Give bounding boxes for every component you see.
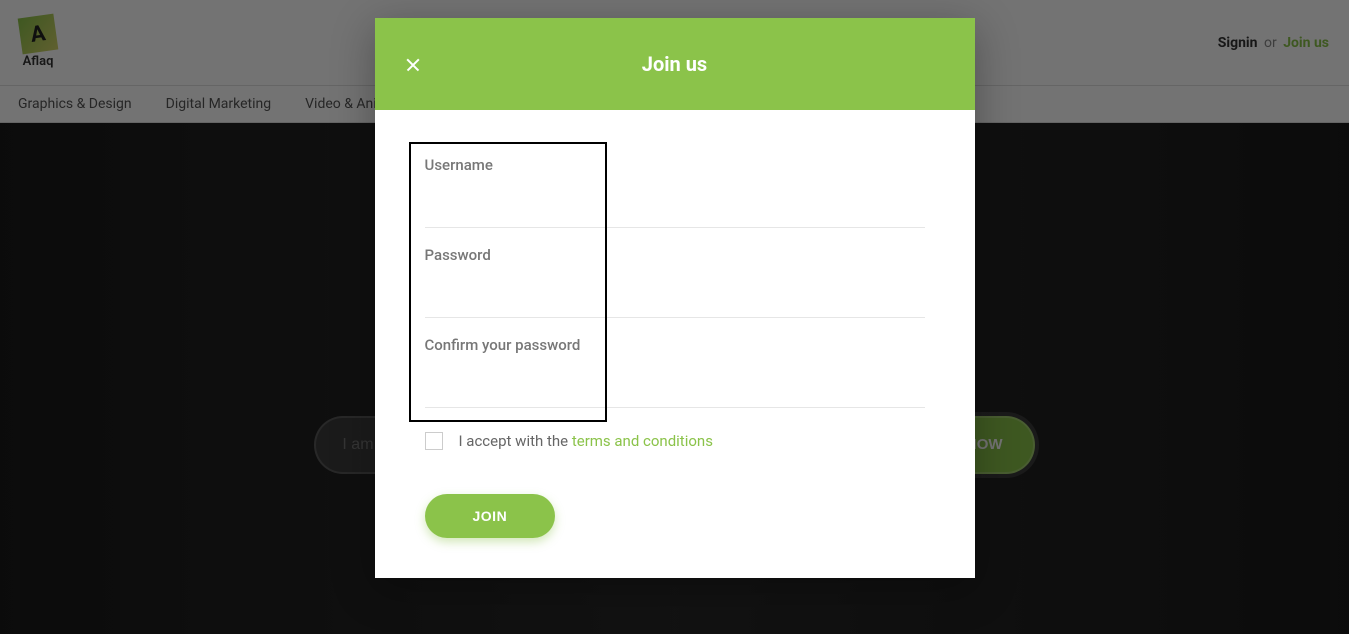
terms-checkbox[interactable] <box>425 432 443 450</box>
password-label: Password <box>425 246 925 264</box>
modal-title: Join us <box>642 52 707 76</box>
close-icon[interactable] <box>405 56 421 72</box>
username-label: Username <box>425 156 925 174</box>
confirm-password-input[interactable] <box>425 354 925 377</box>
confirm-password-group: Confirm your password <box>425 318 925 408</box>
username-input[interactable] <box>425 174 925 197</box>
username-group: Username <box>425 138 925 228</box>
password-group: Password <box>425 228 925 318</box>
terms-prefix: I accept with the <box>459 432 572 450</box>
terms-text: I accept with the terms and conditions <box>459 432 713 450</box>
modal-body: Username Password Confirm your password … <box>375 110 975 578</box>
terms-link[interactable]: terms and conditions <box>572 432 713 450</box>
join-button[interactable]: JOIN <box>425 494 556 538</box>
confirm-password-label: Confirm your password <box>425 336 925 354</box>
terms-row: I accept with the terms and conditions <box>425 408 925 464</box>
password-input[interactable] <box>425 264 925 287</box>
join-modal: Join us Username Password Confirm your p… <box>375 18 975 578</box>
modal-header: Join us <box>375 18 975 110</box>
